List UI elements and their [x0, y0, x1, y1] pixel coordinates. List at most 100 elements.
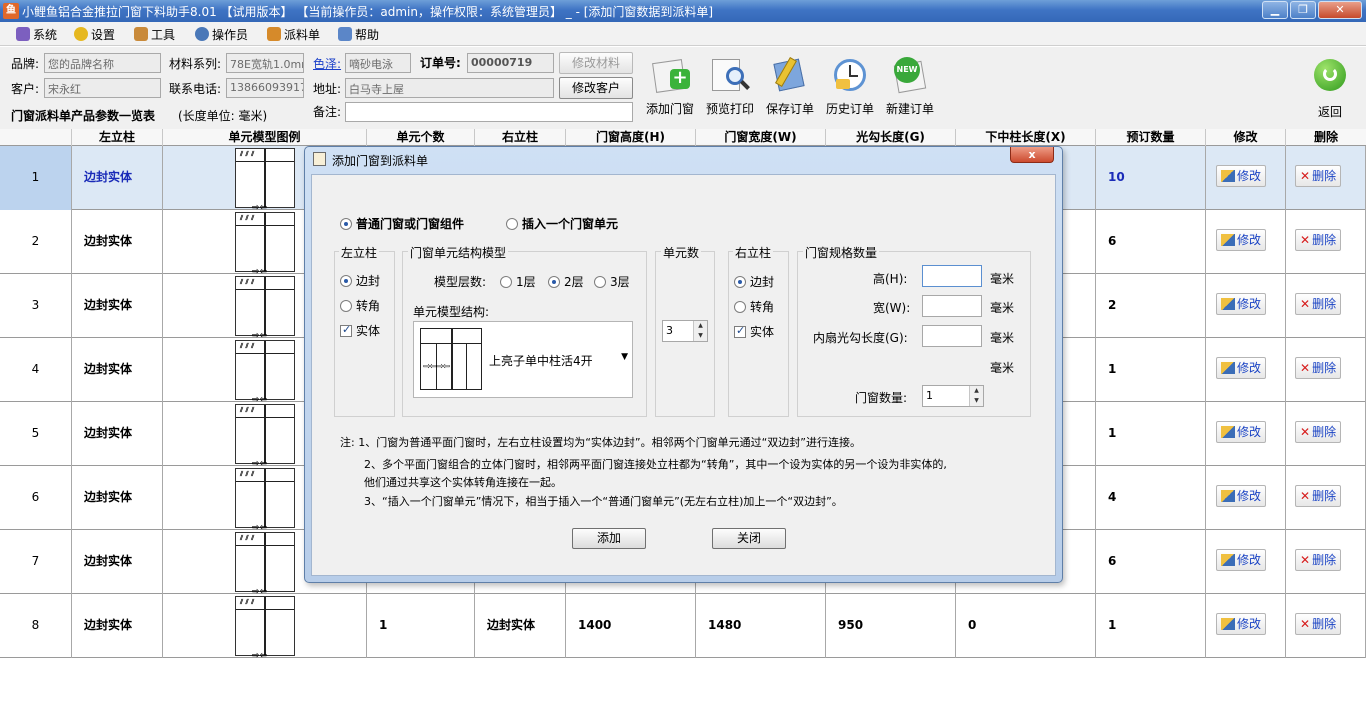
phone-field[interactable]: 13866093917 — [226, 78, 304, 98]
back-button[interactable]: 返回 — [1306, 55, 1354, 119]
header-edit[interactable]: 修改 — [1206, 129, 1286, 146]
height-input[interactable] — [922, 265, 982, 287]
save-order-button[interactable]: 保存订单 — [760, 55, 820, 117]
delete-row-button[interactable]: ✕ 删除 — [1295, 613, 1342, 635]
dialog-close-button[interactable]: x — [1010, 147, 1054, 163]
right-edge-radio[interactable]: 边封 — [734, 273, 774, 290]
radio-unselected — [500, 276, 512, 288]
radio-unselected — [340, 300, 352, 312]
edit-material-button[interactable]: 修改材料 — [559, 52, 633, 74]
new-order-button[interactable]: NEW 新建订单 — [880, 55, 940, 117]
color-link[interactable]: 色泽: — [313, 55, 341, 72]
right-solid-checkbox[interactable]: 实体 — [734, 323, 774, 340]
left-corner-label: 转角 — [356, 299, 381, 313]
delete-row-button[interactable]: ✕ 删除 — [1295, 165, 1342, 187]
menu-tools[interactable]: 工具 — [134, 26, 175, 42]
add-button[interactable]: 添加 — [572, 528, 646, 549]
header-unit-diagram[interactable]: 单元模型图例 — [163, 129, 367, 146]
minimize-button[interactable]: ▁ — [1262, 1, 1288, 19]
delete-row-button[interactable]: ✕ 删除 — [1295, 229, 1342, 251]
spinner-arrows-icon[interactable]: ▲ ▼ — [693, 321, 707, 341]
delete-row-button[interactable]: ✕ 删除 — [1295, 357, 1342, 379]
delete-row-button[interactable]: ✕ 删除 — [1295, 485, 1342, 507]
layers-label: 模型层数: — [434, 275, 487, 289]
delete-x-icon: ✕ — [1300, 553, 1311, 567]
header-width[interactable]: 门窗宽度(W) — [696, 129, 826, 146]
header-mid-post-length[interactable]: 下中柱长度(X) — [956, 129, 1096, 146]
table-row[interactable]: 8 边封实体 ⫽ ⫽ ⫽ ⇨⇦ 1 边封实体 1400 1480 950 0 1 修改 ✕ 删除 — [0, 594, 1366, 661]
structure-select[interactable]: ⇨⇦⇨⇦ 上亮子单中柱活4开 ▼ — [413, 321, 633, 398]
edit-row-button[interactable]: 修改 — [1216, 357, 1267, 379]
edit-row-button[interactable]: 修改 — [1216, 421, 1267, 443]
menu-settings[interactable]: 设置 — [74, 26, 115, 42]
edit-label: 修改 — [1237, 297, 1262, 311]
pencil-icon — [1221, 426, 1235, 438]
qty-input[interactable]: 1 ▲ ▼ — [922, 385, 984, 407]
color-field[interactable]: 嘀砂电泳 — [345, 53, 411, 73]
history-order-label: 历史订单 — [825, 102, 874, 116]
delete-row-button[interactable]: ✕ 删除 — [1295, 549, 1342, 571]
menu-dispatch[interactable]: 派料单 — [267, 26, 320, 42]
header-unit-count[interactable]: 单元个数 — [367, 129, 475, 146]
restore-button[interactable]: ❐ — [1290, 1, 1316, 19]
order-number-field[interactable]: 00000719 — [467, 53, 554, 73]
note-line-1: 注: 1、门窗为普通平面门窗时，左右立柱设置均为“实体边封”。相邻两个门窗单元通… — [340, 436, 861, 449]
edit-row-button[interactable]: 修改 — [1216, 613, 1267, 635]
menu-help[interactable]: 帮助 — [338, 26, 379, 42]
edit-row-button[interactable]: 修改 — [1216, 229, 1267, 251]
menu-operator[interactable]: 操作员 — [195, 26, 248, 42]
layer3-label: 3层 — [610, 275, 630, 289]
close-button[interactable]: ✕ — [1318, 1, 1362, 19]
layer2-radio[interactable]: 2层 — [548, 273, 584, 290]
unit-count-input[interactable]: 3 ▲ ▼ — [662, 320, 708, 342]
add-window-icon: + — [648, 55, 692, 95]
radio-unselected — [506, 218, 518, 230]
edit-row-button[interactable]: 修改 — [1216, 549, 1267, 571]
mode-normal-radio[interactable]: 普通门窗或门窗组件 — [340, 215, 464, 232]
row-index-cell: 1 — [0, 146, 72, 210]
left-solid-checkbox[interactable]: 实体 — [340, 322, 380, 339]
layer1-radio[interactable]: 1层 — [500, 273, 536, 290]
delete-row-button[interactable]: ✕ 删除 — [1295, 293, 1342, 315]
header-height[interactable]: 门窗高度(H) — [566, 129, 696, 146]
close-dialog-button[interactable]: 关闭 — [712, 528, 786, 549]
add-window-button[interactable]: + 添加门窗 — [640, 55, 700, 117]
unit-diagram-image: ⫽ ⫽ ⫽ ⇨⇦ — [235, 596, 295, 661]
hook-input[interactable] — [922, 325, 982, 347]
window-title: 小鲤鱼铝合金推拉门窗下料助手8.01 【试用版本】 【当前操作员：admin，操… — [22, 5, 714, 19]
edit-cell: 修改 — [1206, 338, 1286, 402]
edit-row-button[interactable]: 修改 — [1216, 485, 1267, 507]
header-delete[interactable]: 删除 — [1286, 129, 1366, 146]
material-field[interactable]: 78E宽轨1.0mm — [226, 53, 304, 73]
left-post-group-label: 左立柱 — [339, 244, 380, 261]
brand-field[interactable]: 您的品牌名称 — [44, 53, 161, 73]
row-index-cell: 2 — [0, 210, 72, 274]
edit-customer-button[interactable]: 修改客户 — [559, 77, 633, 99]
title-bar: 鱼 小鲤鱼铝合金推拉门窗下料助手8.01 【试用版本】 【当前操作员：admin… — [0, 0, 1366, 22]
edit-row-button[interactable]: 修改 — [1216, 293, 1267, 315]
header-hook-length[interactable]: 光勾长度(G) — [826, 129, 956, 146]
header-left-post[interactable]: 左立柱 — [72, 129, 163, 146]
phone-label: 联系电话: — [169, 82, 222, 96]
mode-insert-radio[interactable]: 插入一个门窗单元 — [506, 215, 618, 232]
unit-diagram-image: ⫽ ⫽ ⫽ ⇨⇦ — [235, 340, 295, 405]
menu-system[interactable]: 系统 — [16, 26, 57, 42]
delete-row-button[interactable]: ✕ 删除 — [1295, 421, 1342, 443]
address-field[interactable]: 白马寺上屋 — [345, 78, 554, 98]
edit-cell: 修改 — [1206, 210, 1286, 274]
delete-cell: ✕ 删除 — [1286, 402, 1366, 466]
edit-row-button[interactable]: 修改 — [1216, 165, 1267, 187]
right-corner-radio[interactable]: 转角 — [734, 298, 774, 315]
remark-field[interactable] — [345, 102, 633, 122]
header-right-post[interactable]: 右立柱 — [475, 129, 566, 146]
history-order-button[interactable]: 历史订单 — [820, 55, 880, 117]
preview-print-label: 预览打印 — [705, 102, 754, 116]
left-corner-radio[interactable]: 转角 — [340, 297, 380, 314]
width-input[interactable] — [922, 295, 982, 317]
preview-print-button[interactable]: 预览打印 — [700, 55, 760, 117]
left-edge-radio[interactable]: 边封 — [340, 272, 380, 289]
customer-field[interactable]: 宋永红 — [44, 78, 161, 98]
spinner-arrows-icon[interactable]: ▲ ▼ — [969, 386, 983, 406]
layer3-radio[interactable]: 3层 — [594, 273, 630, 290]
header-quantity[interactable]: 预订数量 — [1096, 129, 1206, 146]
